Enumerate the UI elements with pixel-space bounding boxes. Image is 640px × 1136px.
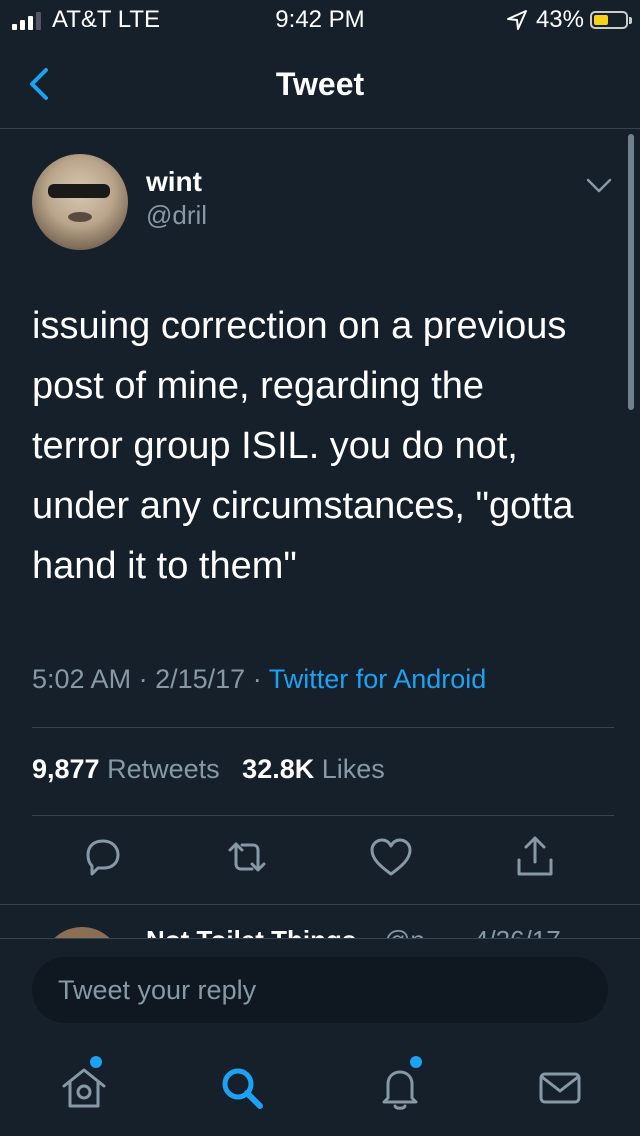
retweet-count: 9,877	[32, 754, 100, 784]
next-tweet-preview[interactable]: Not Toilet Things @n... 4/26/17	[0, 904, 640, 939]
notifications-bell-icon[interactable]	[374, 1062, 426, 1114]
next-tweet-author-name: Not Toilet Things	[146, 925, 356, 939]
retweet-icon[interactable]	[222, 832, 272, 882]
scrollbar[interactable]	[628, 134, 634, 410]
share-icon[interactable]	[510, 832, 560, 882]
divider	[32, 727, 614, 728]
bottom-tab-bar	[0, 1042, 640, 1136]
battery-percent: 43%	[535, 6, 584, 33]
chevron-down-icon[interactable]	[584, 174, 614, 198]
reply-icon[interactable]	[78, 832, 128, 882]
likes-stat[interactable]: 32.8K Likes	[242, 754, 385, 784]
battery-icon	[590, 11, 632, 29]
search-icon[interactable]	[216, 1062, 268, 1114]
retweet-label: Retweets	[107, 754, 220, 784]
location-arrow-icon	[506, 10, 527, 30]
tweet-detail-screen: AT&T LTE 9:42 PM 43% Tweet wint @dril is…	[0, 0, 640, 1136]
author-avatar[interactable]	[32, 154, 128, 250]
tweet-meta: 5:02 AM · 2/15/17 · Twitter for Android	[32, 664, 486, 695]
reply-input[interactable]: Tweet your reply	[32, 957, 608, 1023]
tweet-time: 5:02 AM	[32, 664, 132, 694]
retweets-stat[interactable]: 9,877 Retweets	[32, 754, 220, 784]
next-tweet-handle: @n...	[384, 925, 447, 939]
like-count: 32.8K	[242, 754, 315, 784]
meta-separator: ·	[252, 664, 269, 694]
reply-bar: Tweet your reply	[0, 938, 640, 1043]
home-icon[interactable]	[58, 1062, 110, 1114]
page-title: Tweet	[275, 66, 365, 102]
notifications-dot	[410, 1056, 422, 1068]
top-nav-bar: Tweet	[0, 40, 640, 129]
like-label: Likes	[321, 754, 385, 784]
meta-separator: ·	[138, 664, 156, 694]
next-tweet-date: 4/26/17	[474, 925, 561, 939]
author-display-name[interactable]: wint	[146, 166, 202, 198]
divider	[32, 815, 614, 816]
home-notification-dot	[90, 1056, 102, 1068]
tweet-body-text: issuing correction on a previous post of…	[32, 305, 574, 587]
status-bar: AT&T LTE 9:42 PM 43%	[0, 0, 640, 40]
messages-envelope-icon[interactable]	[534, 1062, 586, 1114]
tweet-stats: 9,877 Retweets 32.8K Likes	[32, 754, 385, 785]
battery-area: 43%	[506, 6, 632, 34]
tweet-date: 2/15/17	[155, 664, 246, 694]
author-handle[interactable]: @dril	[146, 200, 207, 231]
heart-icon[interactable]	[366, 832, 416, 882]
tweet-source-link[interactable]: Twitter for Android	[269, 664, 487, 694]
tweet-actions	[0, 832, 640, 888]
